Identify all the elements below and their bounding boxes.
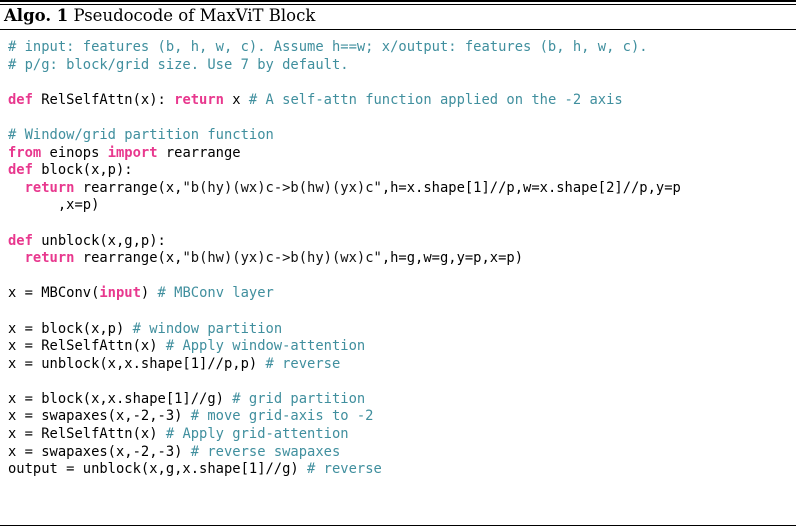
code-token-plain: ) <box>140 285 158 302</box>
algorithm-caption-title: Pseudocode of MaxViT Block <box>73 6 316 25</box>
code-line: # input: features (b, h, w, c). Assume h… <box>8 39 796 57</box>
code-line: from einops import rearrange <box>8 145 796 163</box>
code-token-kw: return <box>24 179 75 196</box>
code-line: ,x=p) <box>8 197 796 215</box>
code-token-comment: # reverse <box>307 461 382 478</box>
code-token-plain: unblock(x,g,p): <box>32 232 166 249</box>
code-token-plain: x = block(x,x.shape[1]//g) <box>8 390 233 407</box>
code-line: x = MBConv(input) # MBConv layer <box>8 285 796 303</box>
code-token-str: "b(hy)(wx)c->b(hw)(yx)c" <box>182 179 382 196</box>
code-line: x = RelSelfAttn(x) # Apply grid-attentio… <box>8 426 796 444</box>
code-token-kw: import <box>107 144 158 161</box>
code-token-plain: rearrange(x, <box>74 250 183 267</box>
code-token-plain: x = RelSelfAttn(x) <box>8 426 166 443</box>
code-token-plain: x = block(x,p) <box>8 320 133 337</box>
code-line: def RelSelfAttn(x): return x # A self-at… <box>8 92 796 110</box>
code-token-plain: ,h=x.shape[1]//p,w=x.shape[2]//p,y=p <box>381 179 681 196</box>
code-token-plain: x = swapaxes(x,-2,-3) <box>8 408 191 425</box>
code-token-plain: rearrange(x, <box>74 179 183 196</box>
code-token-comment: # MBConv layer <box>157 285 274 302</box>
code-line: x = RelSelfAttn(x) # Apply window-attent… <box>8 338 796 356</box>
code-token-plain: x = RelSelfAttn(x) <box>8 338 166 355</box>
code-token-comment: # input: features (b, h, w, c). Assume h… <box>8 39 648 55</box>
code-token-plain: block(x,p): <box>32 162 133 179</box>
code-line: # p/g: block/grid size. Use 7 by default… <box>8 57 796 75</box>
code-token-plain: RelSelfAttn(x): <box>32 91 175 108</box>
code-token-plain: rearrange <box>157 144 241 161</box>
code-line: return rearrange(x,"b(hw)(yx)c->b(hy)(wx… <box>8 250 796 268</box>
code-token-comment: # Apply grid-attention <box>165 426 349 443</box>
code-token-kw: def <box>8 91 33 108</box>
code-line: return rearrange(x,"b(hy)(wx)c->b(hw)(yx… <box>8 180 796 198</box>
code-line: x = block(x,p) # window partition <box>8 321 796 339</box>
code-token-kw: from <box>8 144 42 161</box>
code-token-comment: # reverse swapaxes <box>190 443 341 460</box>
code-token-comment: # window partition <box>132 320 283 337</box>
code-token-plain: ,x=p) <box>8 197 100 214</box>
code-token-plain: x = unblock(x,x.shape[1]//p,p) <box>8 355 266 372</box>
code-line: output = unblock(x,g,x.shape[1]//g) # re… <box>8 461 796 479</box>
algorithm-bottom-rule-wrap <box>0 525 796 526</box>
code-token-comment: # reverse <box>265 355 341 372</box>
code-token-kw: return <box>174 91 224 108</box>
code-token-str: "b(hw)(yx)c->b(hy)(wx)c" <box>182 250 382 267</box>
code-line: def unblock(x,g,p): <box>8 233 796 251</box>
code-token-plain: x = swapaxes(x,-2,-3) <box>8 443 191 460</box>
code-token-plain: ,h=g,w=g,y=p,x=p) <box>381 250 524 267</box>
algorithm-bottom-rule <box>0 525 796 526</box>
algorithm-caption: Algo. 1 Pseudocode of MaxViT Block <box>0 5 796 29</box>
code-line: x = swapaxes(x,-2,-3) # move grid-axis t… <box>8 408 796 426</box>
code-line: x = unblock(x,x.shape[1]//p,p) # reverse <box>8 356 796 374</box>
code-token-kw: input <box>99 285 141 302</box>
code-token-plain: einops <box>41 144 108 161</box>
code-token-plain: x = MBConv( <box>8 285 100 302</box>
code-token-comment: # Apply window-attention <box>165 338 366 355</box>
code-token-comment: # move grid-axis to -2 <box>190 408 374 425</box>
code-line: # Window/grid partition function <box>8 127 796 145</box>
code-line: def block(x,p): <box>8 162 796 180</box>
code-line: x = block(x,x.shape[1]//g) # grid partit… <box>8 391 796 409</box>
code-token-comment: # p/g: block/grid size. Use 7 by default… <box>8 56 349 73</box>
code-line: x = swapaxes(x,-2,-3) # reverse swapaxes <box>8 444 796 462</box>
pseudocode-block: # input: features (b, h, w, c). Assume h… <box>0 30 796 479</box>
code-token-kw: return <box>24 250 75 267</box>
code-token-plain: x <box>223 91 249 108</box>
code-token-plain: output = unblock(x,g,x.shape[1]//g) <box>8 461 308 478</box>
code-token-kw: def <box>8 232 33 249</box>
code-token-kw: def <box>8 162 33 179</box>
code-token-comment: # A self-attn function applied on the -2… <box>248 91 623 108</box>
code-token-comment: # Window/grid partition function <box>8 126 274 143</box>
algorithm-caption-label: Algo. 1 <box>4 6 69 25</box>
code-token-comment: # grid partition <box>232 390 366 407</box>
algorithm-figure: Algo. 1 Pseudocode of MaxViT Block # inp… <box>0 0 796 532</box>
